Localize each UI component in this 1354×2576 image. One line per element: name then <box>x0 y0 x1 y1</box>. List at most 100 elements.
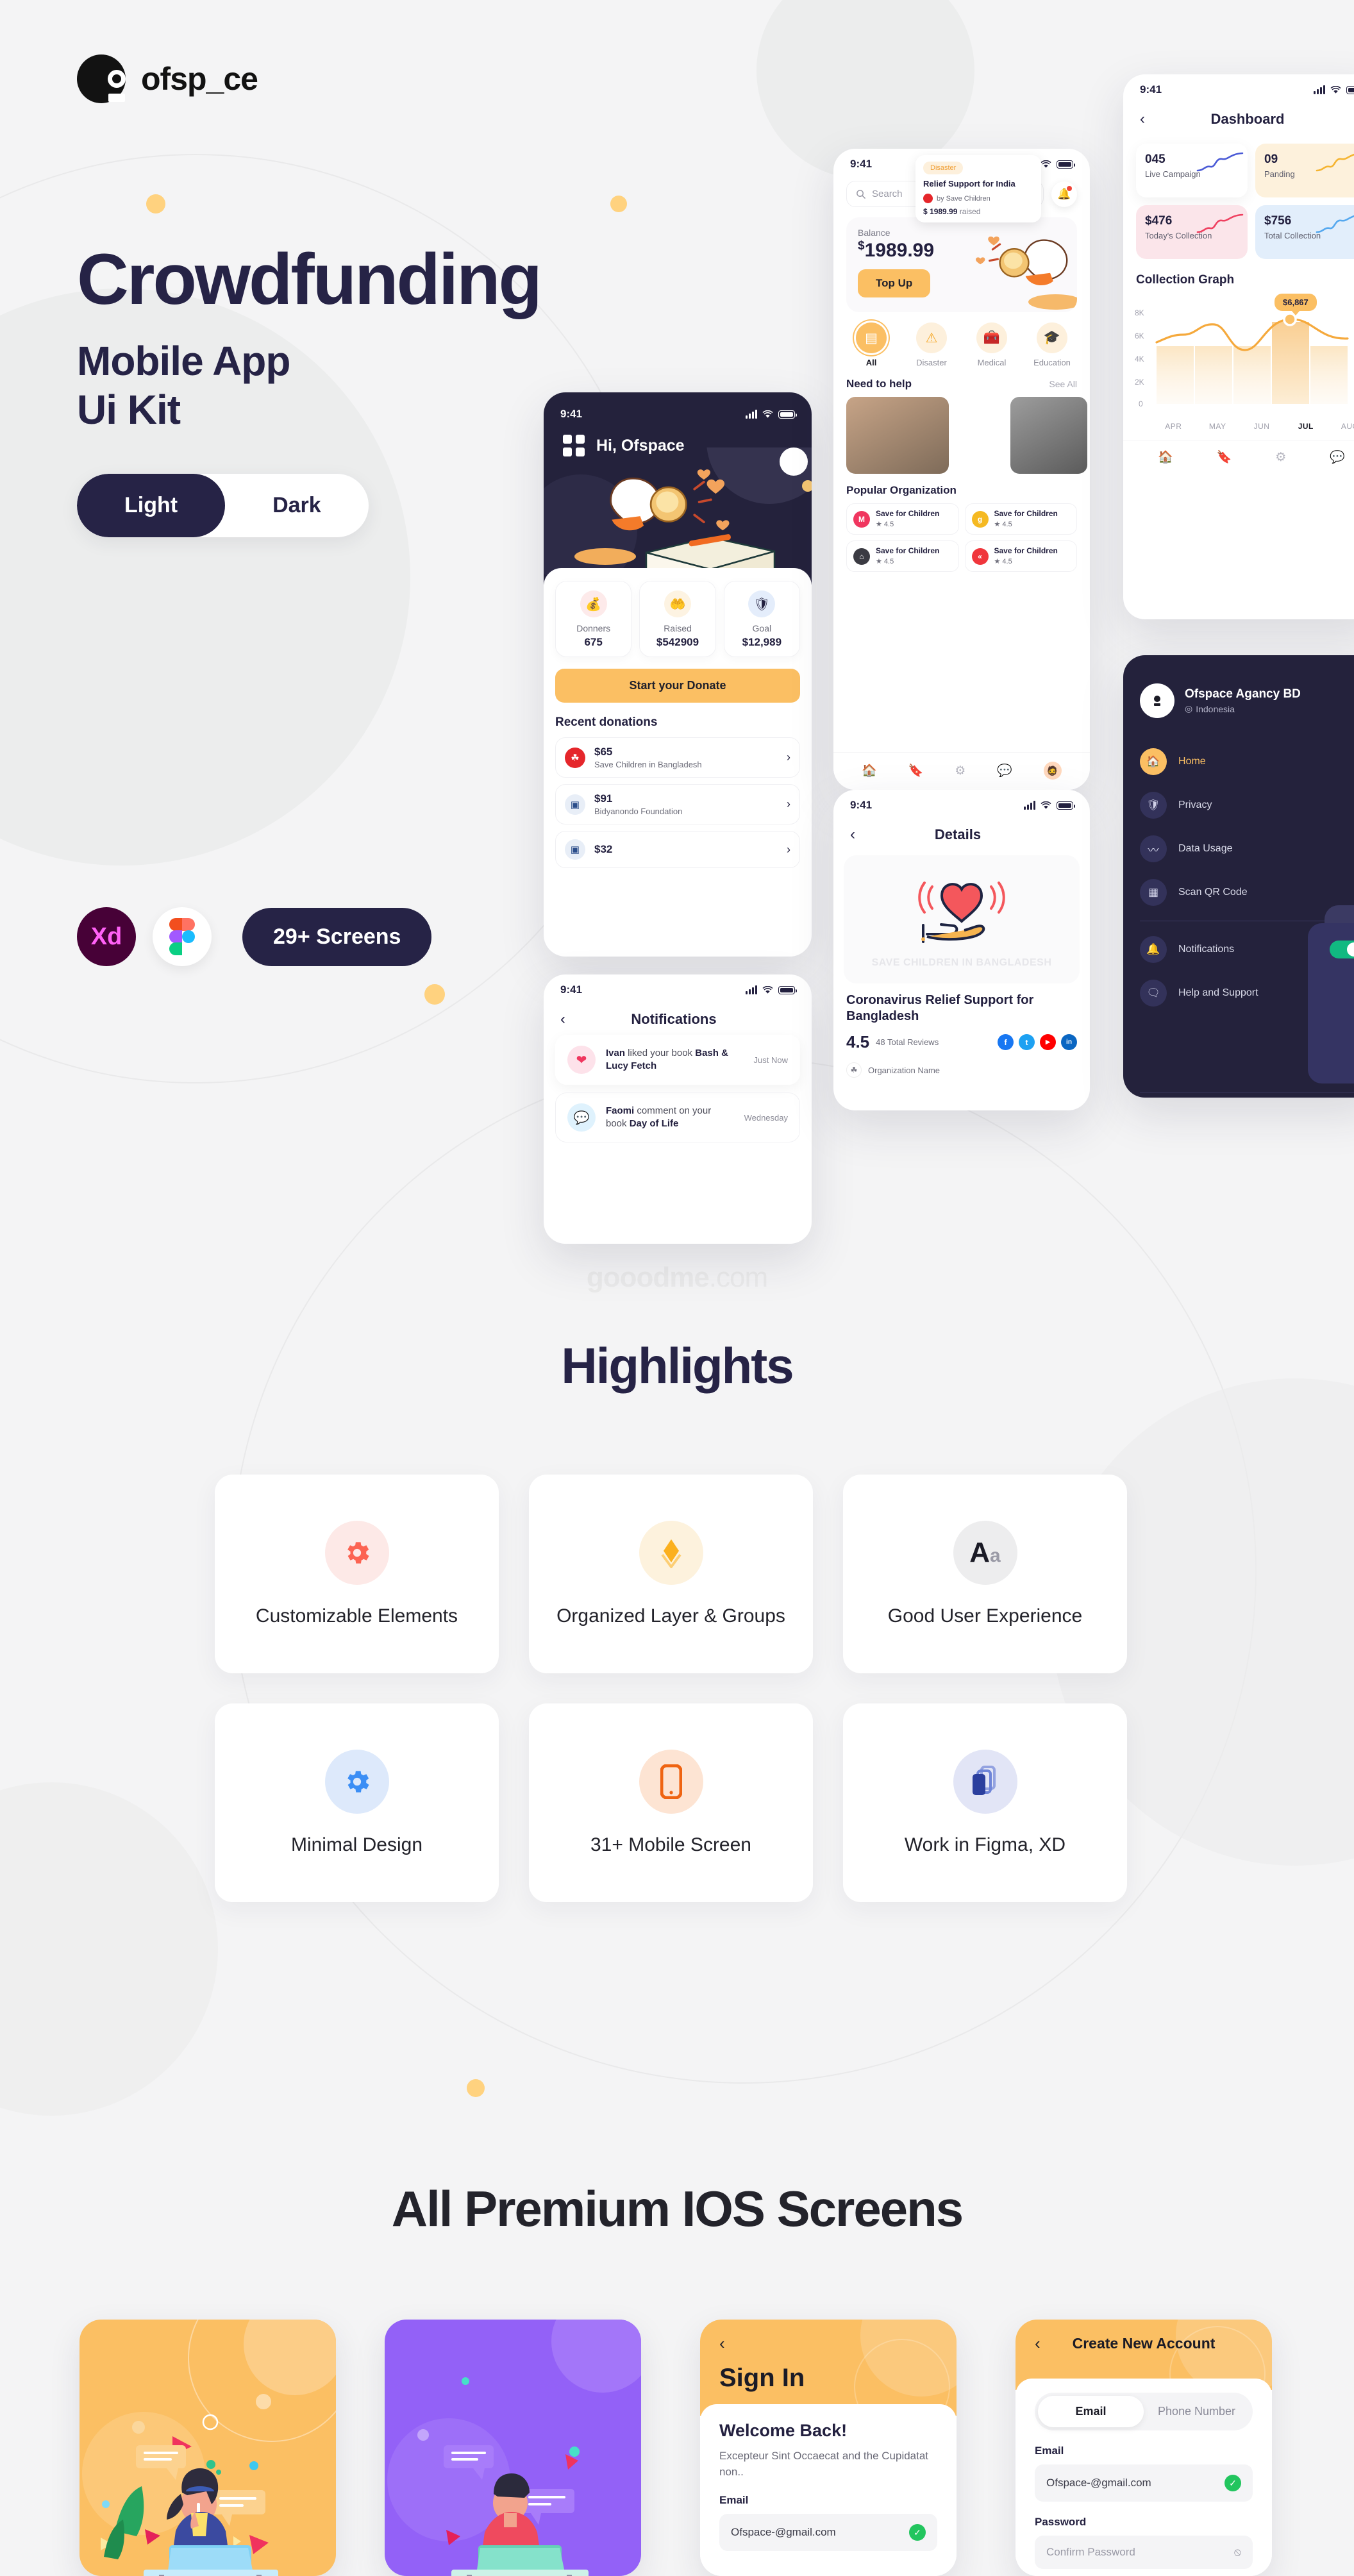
review-count: 48 Total Reviews <box>876 1037 939 1047</box>
metric-card[interactable]: $756 Total Collection <box>1255 205 1354 259</box>
tab-bookmark[interactable]: 🔖 <box>908 763 924 778</box>
see-all-link[interactable]: See All <box>1049 379 1077 389</box>
tab-email[interactable]: Email <box>1038 2396 1144 2427</box>
status-time: 9:41 <box>560 408 583 420</box>
menu-item-home[interactable]: 🏠 Home <box>1123 740 1354 783</box>
chevron-right-icon: › <box>787 798 790 810</box>
watermark: gooodme.com <box>0 1262 1354 1294</box>
status-icons <box>746 985 797 994</box>
man-at-laptop-illustration <box>387 2320 641 2576</box>
youtube-icon[interactable]: ▶ <box>1040 1034 1056 1050</box>
metric-card[interactable]: 09 Panding <box>1255 144 1354 197</box>
home-stats: 💰 Donners 675 🤲 Raised $542909 🛡 Goal $1… <box>555 581 800 657</box>
tab-phone-number[interactable]: Phone Number <box>1144 2396 1250 2427</box>
gear-icon <box>324 1521 389 1585</box>
tab-chat[interactable]: 💬 <box>997 763 1012 778</box>
x-label: MAY <box>1208 422 1226 431</box>
donation-org: Save Children in Bangladesh <box>594 760 702 769</box>
status-bar: 9:41 <box>544 974 812 999</box>
hand-heart-icon <box>918 882 1005 943</box>
email-field[interactable]: Ofspace-@gmail.com ✓ <box>1035 2464 1253 2502</box>
twitter-icon[interactable]: t <box>1019 1034 1035 1050</box>
category-all[interactable]: ▤ All <box>844 322 899 367</box>
notifications-toggle[interactable] <box>1330 941 1354 958</box>
email-label: Email <box>719 2494 749 2507</box>
highlight-card: Minimal Design <box>215 1703 499 1902</box>
org-name: Save for Children <box>876 546 940 556</box>
status-time: 9:41 <box>560 983 583 996</box>
menu-item-scan-qr[interactable]: ▦ Scan QR Code <box>1123 871 1354 914</box>
email-value: Ofspace-@gmail.com <box>1046 2477 1151 2489</box>
notification-dot <box>1067 185 1072 191</box>
donation-row[interactable]: ☘ $65 Save Children in Bangladesh › <box>555 737 800 778</box>
hero-watermark: SAVE CHILDREN IN BANGLADESH <box>871 957 1052 968</box>
notification-item[interactable]: 💬 Faomi comment on your book Day of Life… <box>555 1092 800 1142</box>
tab-chat[interactable]: 💬 <box>1330 449 1345 465</box>
highlights-title: Highlights <box>561 1337 794 1394</box>
theme-light-button[interactable]: Light <box>77 474 226 538</box>
signal-icon <box>1314 85 1325 94</box>
metric-card[interactable]: $476 Today's Collection <box>1136 205 1248 259</box>
menu-item-data-usage[interactable]: 〰 Data Usage <box>1123 827 1354 871</box>
theme-toggle[interactable]: Light Dark <box>77 474 369 538</box>
donation-row[interactable]: ▣ $91 Bidyanondo Foundation › <box>555 784 800 824</box>
donation-amount: $91 <box>594 792 613 805</box>
status-icons <box>1314 85 1354 94</box>
email-field[interactable]: Ofspace-@gmail.com ✓ <box>719 2514 937 2552</box>
password-field[interactable]: Confirm Password ⦸ <box>1035 2536 1253 2569</box>
tab-bookmark[interactable]: 🔖 <box>1217 449 1232 465</box>
tab-settings[interactable]: ⚙ <box>1275 450 1286 465</box>
screens-count-badge[interactable]: 29+ Screens <box>242 907 432 966</box>
menu-item-privacy[interactable]: 🛡 Privacy <box>1123 783 1354 827</box>
page-title: Create New Account <box>1072 2335 1216 2352</box>
collection-chart: $6,867 8K 6K 4K 2K 0 <box>1123 291 1354 419</box>
category-medical[interactable]: 🧰 Medical <box>964 322 1019 367</box>
start-donate-button[interactable]: Start your Donate <box>555 669 800 703</box>
campaign-title: Coronavirus Relief Support for Banglades… <box>846 993 1034 1023</box>
money-bag-icon: 💰 <box>580 590 607 617</box>
balance-value: 1989.99 <box>864 240 935 261</box>
organization-card[interactable]: g Save for Children ★ 4.5 <box>964 503 1077 535</box>
gear-icon <box>324 1750 389 1814</box>
brand-logo[interactable]: ofsp_ce <box>77 54 258 103</box>
donation-row[interactable]: ▣ $32 › <box>555 831 800 868</box>
tab-home[interactable]: 🏠 <box>1158 449 1173 465</box>
highlight-label: Minimal Design <box>290 1834 423 1855</box>
org-logo-icon: M <box>853 510 870 528</box>
category-disaster[interactable]: ⚠ Disaster <box>904 322 959 367</box>
need-to-help-carousel[interactable]: Disaster Relief Support for India by Sav… <box>833 155 1090 474</box>
notification-item[interactable]: ❤ Ivan liked your book Bash & Lucy Fetch… <box>555 1035 800 1085</box>
tab-settings[interactable]: ⚙ <box>955 764 965 778</box>
stat-label: Goal <box>752 623 772 633</box>
tab-home[interactable]: 🏠 <box>862 763 877 778</box>
category-label: Disaster <box>916 358 947 367</box>
category-education[interactable]: 🎓 Education <box>1024 322 1080 367</box>
chevron-right-icon: › <box>787 842 790 856</box>
theme-dark-button[interactable]: Dark <box>225 474 369 537</box>
organization-row: ☘ Organization Name <box>833 1052 1090 1078</box>
organization-card[interactable]: « Save for Children ★ 4.5 <box>964 540 1077 573</box>
metric-card[interactable]: 045 Live Campaign <box>1136 144 1248 197</box>
tab-profile-avatar[interactable]: 🧔 <box>1043 762 1062 780</box>
org-rating: ★ 4.5 <box>876 558 894 566</box>
bell-icon[interactable]: 🔔 <box>1051 181 1077 207</box>
adobe-xd-icon[interactable]: Xd <box>77 907 136 966</box>
organization-card[interactable]: M Save for Children ★ 4.5 <box>846 503 959 535</box>
page-title: Notifications <box>631 1011 717 1027</box>
highlight-label: Customizable Elements <box>255 1605 458 1627</box>
category-label: All <box>865 358 877 367</box>
phone-mockup-details: 9:41 ‹ Details SAVE CHILDREN IN BANGLADE… <box>833 790 1090 1110</box>
signup-method-tabs[interactable]: Email Phone Number <box>1035 2393 1253 2430</box>
recent-donations-title: Recent donations <box>555 715 658 729</box>
facebook-icon[interactable]: f <box>998 1034 1014 1050</box>
profile-row[interactable]: Ofspace Agancy BD ◎ Indonesia <box>1123 655 1354 718</box>
eye-off-icon[interactable]: ⦸ <box>1234 2546 1241 2559</box>
chart-svg: 8K 6K 4K 2K 0 <box>1135 308 1349 408</box>
linkedin-icon[interactable]: in <box>1061 1034 1077 1050</box>
password-placeholder: Confirm Password <box>1046 2546 1135 2558</box>
figma-icon[interactable] <box>153 907 212 966</box>
campaign-photo <box>1010 397 1087 474</box>
topup-button[interactable]: Top Up <box>858 269 931 297</box>
organization-card[interactable]: ⌂ Save for Children ★ 4.5 <box>846 540 959 573</box>
watermark-main: gooodme <box>586 1262 710 1293</box>
